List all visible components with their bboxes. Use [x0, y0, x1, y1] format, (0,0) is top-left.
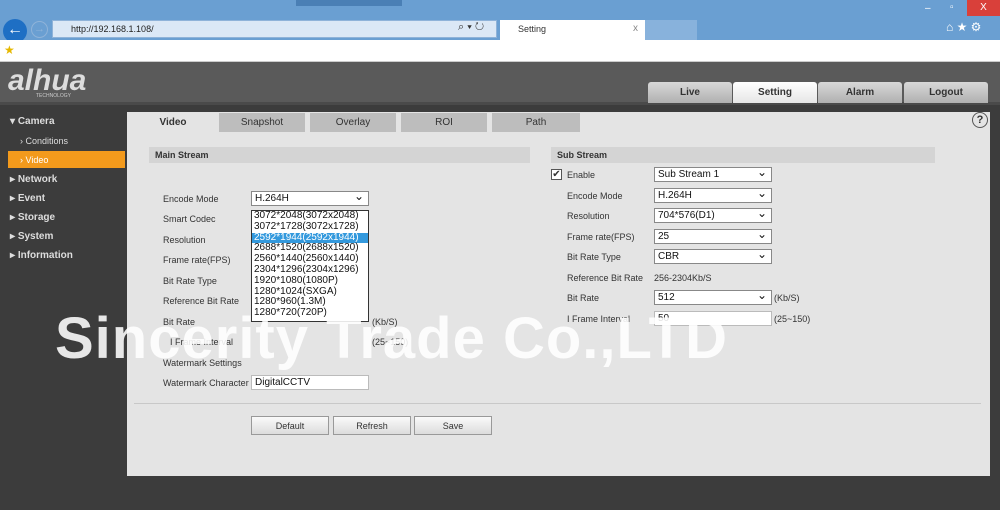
sub-stream-select[interactable]: Sub Stream 1 — [654, 165, 772, 182]
resolution-option[interactable]: 3072*1728(3072x1728) — [252, 221, 368, 233]
label-enable: Enable — [567, 170, 596, 180]
nav-alarm[interactable]: Alarm — [818, 82, 902, 103]
encode-mode-select[interactable]: H.264H — [251, 189, 369, 206]
sidebar-conditions-label: Conditions — [25, 136, 69, 146]
label: Storage — [17, 212, 56, 223]
sidebar-conditions[interactable]: › Conditions — [20, 136, 68, 146]
tab-roi[interactable]: ROI — [401, 113, 487, 132]
sub-encode-mode-select[interactable]: H.264H — [654, 186, 772, 203]
sidebar-camera[interactable]: ▾ Camera — [10, 116, 55, 127]
sidebar-camera-label: Camera — [17, 116, 55, 127]
tab-path[interactable]: Path — [492, 113, 580, 132]
sidebar-video[interactable]: › Video — [20, 155, 48, 165]
search-icon[interactable]: ⌕ ▾ ↻ — [458, 21, 484, 34]
watermark-character-input[interactable]: DigitalCCTV — [251, 375, 369, 390]
resolution-option[interactable]: 1920*1080(1080P) — [252, 275, 368, 287]
sidebar-information[interactable]: ▸ Information — [10, 250, 73, 261]
favorites-bar — [0, 40, 1000, 62]
sub-bit-rate-select[interactable]: 512 — [654, 288, 772, 305]
watermark-overlay: Sincerity Trade Co.,LTD — [55, 306, 728, 371]
forward-button[interactable]: → — [31, 21, 48, 38]
divider — [134, 403, 981, 404]
label: System — [17, 231, 54, 242]
refresh-button[interactable]: Refresh — [333, 416, 411, 435]
label: Network — [17, 174, 58, 185]
sub-label-reference-bit-rate: Reference Bit Rate — [567, 273, 644, 283]
tab-snapshot[interactable]: Snapshot — [219, 113, 305, 132]
tab-close-icon[interactable]: x — [633, 23, 638, 34]
sidebar-network[interactable]: ▸ Network — [10, 174, 57, 185]
label-frame-rate: Frame rate(FPS) — [163, 255, 231, 265]
sidebar-event[interactable]: ▸ Event — [10, 193, 45, 204]
title-strip — [296, 0, 402, 6]
help-icon[interactable]: ? — [972, 112, 988, 128]
sub-bit-rate-type-select[interactable]: CBR — [654, 247, 772, 264]
label-resolution: Resolution — [163, 235, 206, 245]
label: Event — [17, 193, 46, 204]
sub-resolution-select[interactable]: 704*576(D1) — [654, 206, 772, 223]
sub-label-frame-rate: Frame rate(FPS) — [567, 232, 635, 242]
tab-overlay[interactable]: Overlay — [310, 113, 396, 132]
new-tab-button[interactable] — [645, 20, 697, 40]
browser-tab[interactable]: Setting — [500, 20, 645, 40]
address-bar[interactable]: http://192.168.1.108/ — [52, 20, 497, 38]
label-watermark-character: Watermark Character — [163, 378, 249, 388]
sub-iframe-range: (25~150) — [774, 314, 811, 324]
sub-label-resolution: Resolution — [567, 211, 610, 221]
nav-logout[interactable]: Logout — [904, 82, 988, 103]
nav-setting[interactable]: Setting — [733, 82, 817, 103]
sub-label-bit-rate: Bit Rate — [567, 293, 600, 303]
sub-bitrate-unit: (Kb/S) — [774, 293, 800, 303]
close-window-button[interactable]: X — [967, 0, 1000, 16]
sub-frame-rate-select[interactable]: 25 — [654, 227, 772, 244]
sub-label-encode-mode: Encode Mode — [567, 191, 623, 201]
nav-live[interactable]: Live — [648, 82, 732, 103]
label-bit-rate-type: Bit Rate Type — [163, 276, 217, 286]
sub-stream-header: Sub Stream — [551, 147, 935, 163]
maximize-button[interactable]: ▫ — [950, 2, 954, 13]
enable-checkbox[interactable]: ✔ — [551, 169, 562, 180]
sub-reference-bit-rate-value: 256-2304Kb/S — [654, 273, 712, 283]
minimize-button[interactable]: – — [925, 3, 931, 14]
label-smart-codec: Smart Codec — [163, 214, 216, 224]
logo-subtitle: TECHNOLOGY — [36, 93, 72, 99]
sub-label-bit-rate-type: Bit Rate Type — [567, 252, 621, 262]
default-button[interactable]: Default — [251, 416, 329, 435]
main-stream-header: Main Stream — [149, 147, 530, 163]
home-star-gear-icons[interactable]: ⌂ ★ ⚙ — [946, 20, 981, 34]
label: Information — [17, 250, 73, 261]
favorites-star-icon[interactable]: ★ — [4, 43, 15, 57]
label-encode-mode: Encode Mode — [163, 194, 219, 204]
save-button[interactable]: Save — [414, 416, 492, 435]
sidebar-storage[interactable]: ▸ Storage — [10, 212, 55, 223]
tab-video[interactable]: Video — [130, 113, 216, 132]
sidebar-video-label: Video — [25, 155, 49, 165]
sidebar-system[interactable]: ▸ System — [10, 231, 53, 242]
